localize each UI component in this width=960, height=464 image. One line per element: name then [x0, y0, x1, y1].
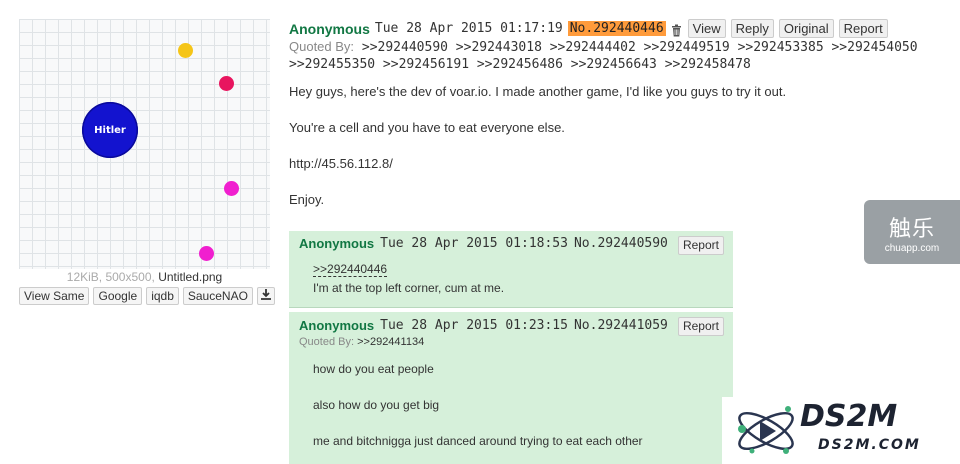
view-same-button[interactable]: View Same	[19, 287, 90, 305]
quote-link[interactable]: >>292456643	[571, 57, 657, 72]
quote-link[interactable]: >>292441134	[357, 336, 424, 348]
report-button[interactable]: Report	[838, 19, 888, 38]
quoted-by: Quoted By: >>292441134	[299, 336, 424, 348]
download-icon[interactable]	[256, 287, 275, 305]
hitler-cell: Hitler	[82, 102, 138, 158]
quoted-by-label: Quoted By:	[289, 39, 355, 54]
report-button[interactable]: Report	[677, 236, 724, 255]
quote-link[interactable]: >>292455350	[289, 57, 375, 72]
yellow-cell	[178, 43, 193, 58]
post-number[interactable]: No.292441059	[574, 318, 668, 333]
quote-link[interactable]: >>292454050	[831, 40, 917, 55]
reply-button[interactable]: Reply	[730, 19, 774, 38]
reply-post: Anonymous Tue 28 Apr 2015 01:23:15 No.29…	[289, 312, 733, 464]
reply-body-line: me and bitchnigga just danced around try…	[313, 434, 643, 448]
reply-post: Anonymous Tue 28 Apr 2015 01:18:53 No.29…	[289, 231, 733, 308]
post-thumbnail[interactable]: Hitler	[19, 19, 270, 269]
quoted-by-label: Quoted By:	[299, 336, 355, 348]
op-body-line: Enjoy.	[289, 192, 325, 207]
quote-link[interactable]: >>292458478	[665, 57, 751, 72]
post-number[interactable]: No.292440590	[574, 236, 668, 251]
magenta-cell	[219, 76, 234, 91]
post-datetime: Tue 28 Apr 2015 01:18:53	[380, 236, 568, 251]
poster-name: Anonymous	[299, 318, 375, 333]
pink-cell	[224, 181, 239, 196]
image-search-tools: View Same Google iqdb SauceNAO	[19, 287, 275, 305]
ds2m-domain: DS2M.COM	[818, 437, 921, 453]
quote-link[interactable]: >>292456191	[383, 57, 469, 72]
poster-name: Anonymous	[289, 20, 370, 37]
atom-logo-icon	[738, 406, 794, 454]
op-body-link[interactable]: http://45.56.112.8/	[289, 156, 393, 171]
post-datetime: Tue 28 Apr 2015 01:23:15	[380, 318, 568, 333]
iqdb-button[interactable]: iqdb	[146, 287, 179, 305]
reply-header: Anonymous Tue 28 Apr 2015 01:18:53 No.29…	[299, 236, 668, 251]
quote-link[interactable]: >>292456486	[477, 57, 563, 72]
ds2m-watermark: DS2M DS2M.COM	[722, 397, 960, 464]
trash-icon[interactable]	[671, 22, 683, 36]
original-button[interactable]: Original	[778, 19, 834, 38]
op-body-line: You're a cell and you have to eat everyo…	[289, 120, 565, 135]
quoted-by: Quoted By: >>292440590 >>292443018 >>292…	[289, 38, 949, 73]
quote-link[interactable]: >>292444402	[550, 40, 636, 55]
quote-link[interactable]: >>292440446	[313, 262, 388, 277]
post-datetime: Tue 28 Apr 2015 01:17:19	[374, 21, 563, 36]
op-header: Anonymous Tue 28 Apr 2015 01:17:19 No.29…	[289, 19, 888, 38]
chuapp-domain: chuapp.com	[884, 242, 940, 254]
view-button[interactable]: View	[687, 19, 726, 38]
file-name-link[interactable]: Untitled.png	[158, 270, 222, 284]
op-body-line: Hey guys, here's the dev of voar.io. I m…	[289, 84, 787, 99]
reply-body-line: how do you eat people	[313, 362, 434, 376]
poster-name: Anonymous	[299, 236, 375, 251]
google-button[interactable]: Google	[93, 287, 143, 305]
reply-body-line: I'm at the top left corner, cum at me.	[313, 281, 505, 295]
post-number[interactable]: No.292440446	[567, 21, 666, 36]
chuapp-watermark: 触乐 chuapp.com	[864, 200, 960, 264]
quote-link[interactable]: >>292443018	[456, 40, 542, 55]
reply-quote: >>292440446	[313, 262, 388, 277]
saucenao-button[interactable]: SauceNAO	[182, 287, 253, 305]
pink-cell	[199, 246, 214, 261]
reply-body-line: also how do you get big	[313, 398, 440, 412]
chuapp-logo-text: 触乐	[888, 216, 935, 242]
quote-link[interactable]: >>292440590	[362, 40, 448, 55]
file-info: 12KiB, 500x500, Untitled.png	[19, 270, 270, 284]
quote-link[interactable]: >>292449519	[644, 40, 730, 55]
cell-label: Hitler	[94, 124, 126, 136]
quote-link[interactable]: >>292453385	[738, 40, 824, 55]
file-size: 12KiB, 500x500,	[66, 270, 155, 284]
ds2m-logo-text: DS2M	[800, 399, 898, 434]
reply-header: Anonymous Tue 28 Apr 2015 01:23:15 No.29…	[299, 318, 668, 333]
report-button[interactable]: Report	[677, 317, 724, 336]
